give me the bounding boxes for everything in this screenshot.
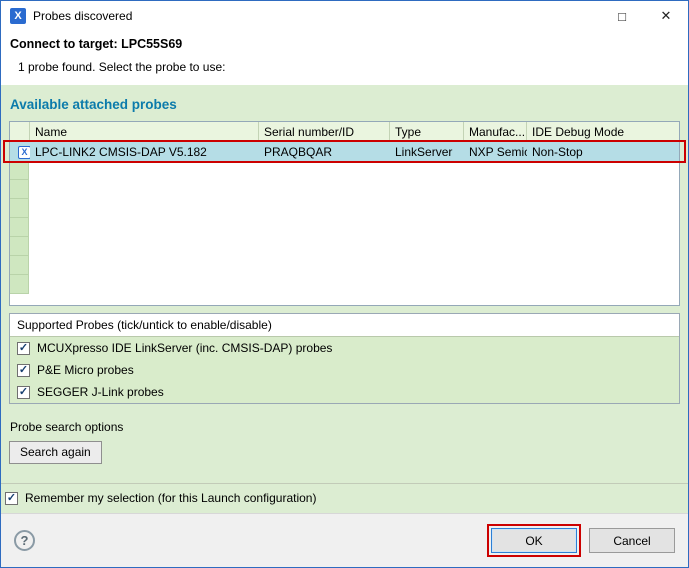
- connect-target-label: Connect to target: LPC55S69: [10, 37, 679, 51]
- app-logo-icon: X: [10, 8, 26, 24]
- column-header-icon: [10, 122, 30, 141]
- search-again-button[interactable]: Search again: [9, 441, 102, 464]
- empty-row-header: [10, 256, 29, 275]
- empty-row-header: [10, 237, 29, 256]
- remember-selection-row: ✓ Remember my selection (for this Launch…: [5, 491, 688, 505]
- supported-probes-group: Supported Probes (tick/untick to enable/…: [9, 313, 680, 404]
- remember-selection-label: Remember my selection (for this Launch c…: [25, 491, 316, 505]
- column-header-name[interactable]: Name: [30, 122, 259, 141]
- supported-probe-item: ✓ MCUXpresso IDE LinkServer (inc. CMSIS-…: [10, 337, 679, 359]
- title-bar: X Probes discovered □ ✕: [1, 1, 688, 31]
- available-probes-title: Available attached probes: [1, 85, 688, 121]
- close-icon[interactable]: ✕: [644, 1, 688, 31]
- ok-button[interactable]: OK: [491, 528, 577, 553]
- column-header-type[interactable]: Type: [390, 122, 464, 141]
- supported-probe-item: ✓ SEGGER J-Link probes: [10, 381, 679, 403]
- empty-row-header: [10, 161, 29, 180]
- probe-type-cell: LinkServer: [390, 145, 464, 159]
- empty-row-header: [10, 199, 29, 218]
- divider: [1, 483, 688, 484]
- probes-table-header: Name Serial number/ID Type Manufac... ID…: [10, 122, 679, 142]
- column-header-debug-mode[interactable]: IDE Debug Mode: [527, 122, 679, 141]
- remember-selection-checkbox[interactable]: ✓: [5, 492, 18, 505]
- probe-name-cell: LPC-LINK2 CMSIS-DAP V5.182: [30, 145, 259, 159]
- button-bar: ? OK Cancel: [1, 513, 688, 567]
- linkserver-checkbox-label: MCUXpresso IDE LinkServer (inc. CMSIS-DA…: [37, 341, 332, 355]
- linkserver-checkbox[interactable]: ✓: [17, 342, 30, 355]
- probe-serial-cell: PRAQBQAR: [259, 145, 390, 159]
- probe-found-label: 1 probe found. Select the probe to use:: [10, 60, 679, 74]
- maximize-icon[interactable]: □: [600, 1, 644, 31]
- row-header-strip: [10, 161, 29, 294]
- supported-probe-item: ✓ P&E Micro probes: [10, 359, 679, 381]
- ok-button-wrapper: OK: [491, 528, 577, 553]
- segger-jlink-checkbox-label: SEGGER J-Link probes: [37, 385, 164, 399]
- probe-debug-mode-cell: Non-Stop: [527, 145, 679, 159]
- pe-micro-checkbox-label: P&E Micro probes: [37, 363, 134, 377]
- empty-row-header: [10, 218, 29, 237]
- dialog-content: Available attached probes Name Serial nu…: [1, 85, 688, 513]
- probes-table-body: X LPC-LINK2 CMSIS-DAP V5.182 PRAQBQAR Li…: [10, 142, 679, 305]
- column-header-serial[interactable]: Serial number/ID: [259, 122, 390, 141]
- probe-logo-icon: X: [18, 146, 30, 159]
- caption-buttons: □ ✕: [600, 1, 688, 31]
- help-icon[interactable]: ?: [14, 530, 35, 551]
- probe-manufacturer-cell: NXP Semico: [464, 145, 527, 159]
- empty-row-header: [10, 180, 29, 199]
- probe-row-icon-cell: X: [10, 146, 30, 159]
- probes-table: Name Serial number/ID Type Manufac... ID…: [9, 121, 680, 306]
- supported-probes-title: Supported Probes (tick/untick to enable/…: [10, 314, 679, 337]
- pe-micro-checkbox[interactable]: ✓: [17, 364, 30, 377]
- column-header-manufacturer[interactable]: Manufac...: [464, 122, 527, 141]
- cancel-button[interactable]: Cancel: [589, 528, 675, 553]
- window-title: Probes discovered: [33, 9, 132, 23]
- probe-search-options-label: Probe search options: [10, 420, 688, 434]
- segger-jlink-checkbox[interactable]: ✓: [17, 386, 30, 399]
- probe-row-selected[interactable]: X LPC-LINK2 CMSIS-DAP V5.182 PRAQBQAR Li…: [10, 142, 679, 162]
- empty-row-header: [10, 275, 29, 294]
- dialog-header: Connect to target: LPC55S69 1 probe foun…: [1, 31, 688, 85]
